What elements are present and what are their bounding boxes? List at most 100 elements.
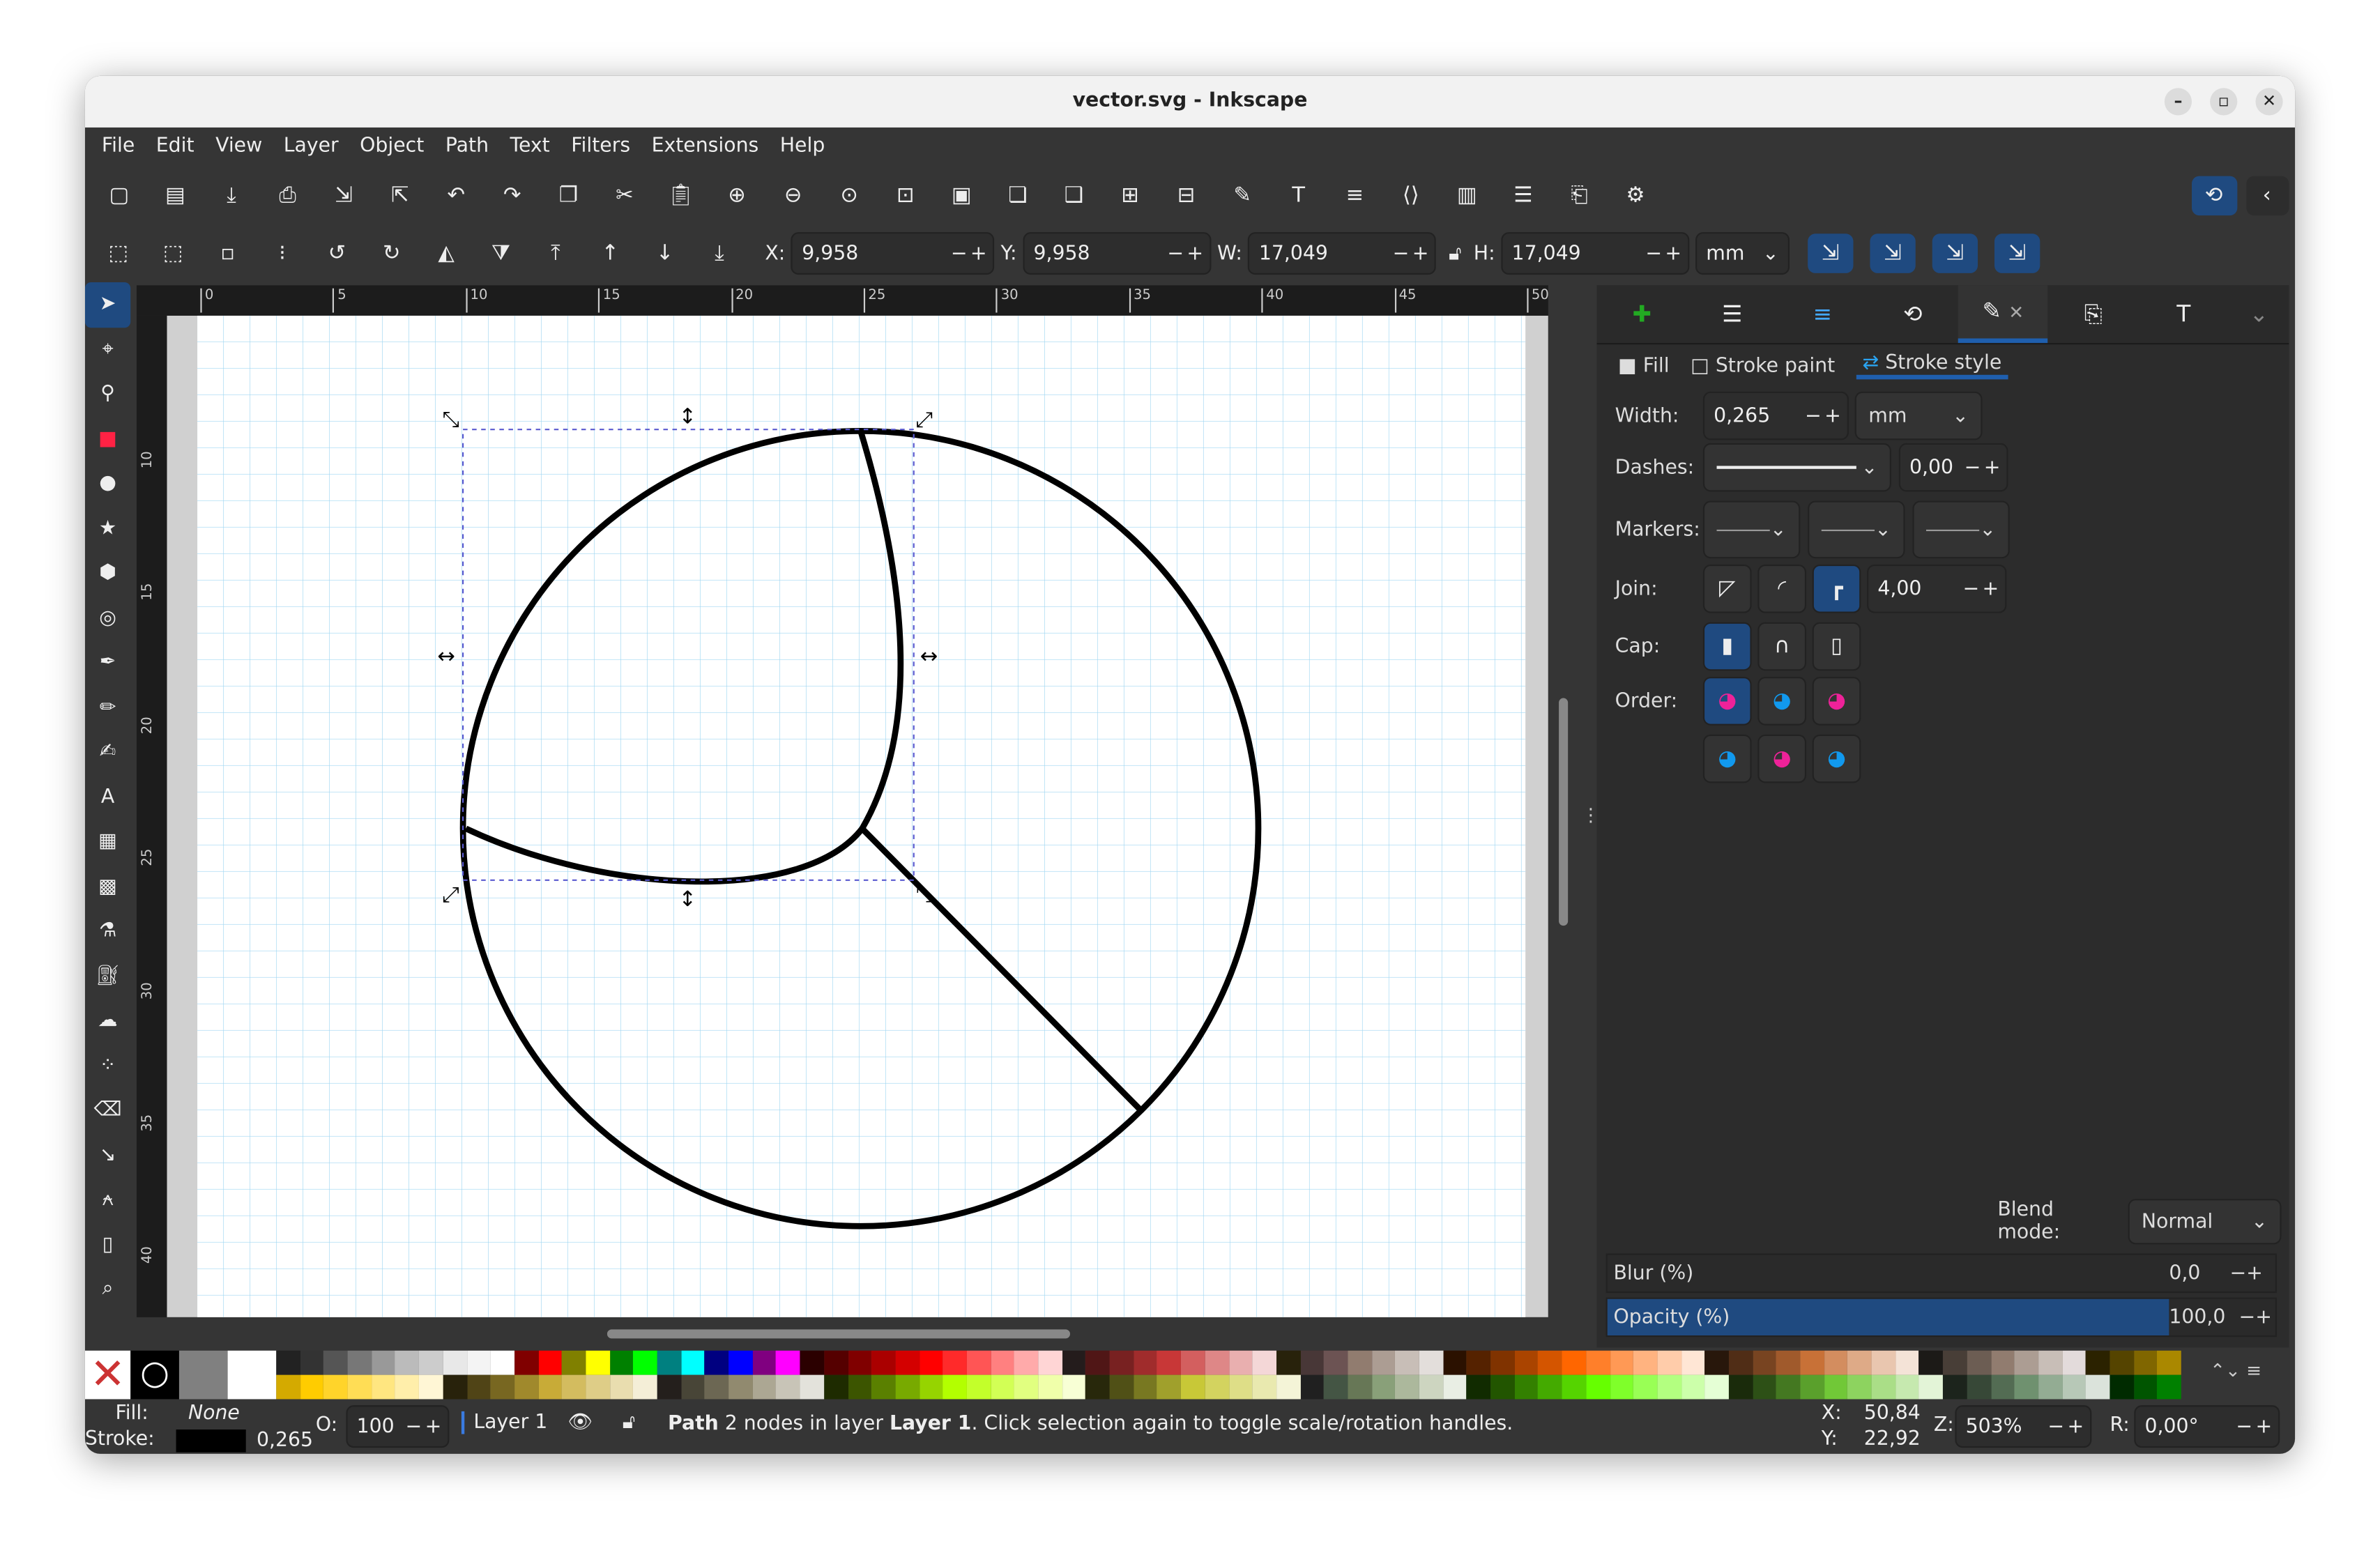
xml-editor-icon[interactable]: ⟨⟩ (1391, 176, 1431, 216)
color-swatch[interactable] (1990, 1350, 2015, 1375)
scale-handle-sw-icon[interactable]: ⤢ (442, 882, 459, 907)
color-swatch[interactable] (1633, 1350, 1658, 1375)
color-swatch[interactable] (276, 1350, 300, 1375)
h-stepper[interactable]: −+ (1642, 242, 1688, 265)
color-swatch[interactable] (1585, 1374, 1610, 1400)
snap-popover-chevron-icon[interactable]: ‹ (2245, 176, 2289, 216)
color-swatch[interactable] (752, 1374, 777, 1400)
opacity-slider[interactable]: Opacity (%) 100,0 −+ (1605, 1297, 2277, 1338)
cap-butt-icon[interactable]: ▮ (1702, 622, 1752, 671)
color-swatch[interactable] (1752, 1374, 1777, 1400)
w-field[interactable]: 17,049 −+ (1248, 232, 1437, 275)
color-swatch[interactable] (966, 1374, 991, 1400)
color-swatch[interactable] (537, 1350, 563, 1375)
color-swatch[interactable] (1467, 1350, 1491, 1375)
color-swatch[interactable] (1657, 1350, 1681, 1375)
color-swatch[interactable] (990, 1374, 1015, 1400)
color-swatch[interactable] (1514, 1350, 1539, 1375)
raise-icon[interactable]: ↑ (590, 233, 630, 273)
color-swatch[interactable] (1109, 1374, 1134, 1400)
color-swatch[interactable] (1943, 1350, 1967, 1375)
color-swatch[interactable] (1490, 1374, 1515, 1400)
zoom-fit-icon[interactable]: ⊡ (885, 176, 925, 216)
preferences-icon[interactable]: ⚙ (1616, 176, 1656, 216)
color-swatch[interactable] (1490, 1350, 1515, 1375)
menu-file[interactable]: File (91, 128, 146, 167)
scale-corners-icon[interactable]: ⇲ (1870, 233, 1916, 273)
redo-icon[interactable]: ↷ (493, 176, 533, 216)
deselect-icon[interactable]: ▫ (208, 233, 247, 273)
stroke-swatch[interactable] (176, 1430, 246, 1453)
color-swatch[interactable] (2038, 1374, 2062, 1400)
scale-handle-s-icon[interactable]: ↕ (679, 887, 697, 912)
color-swatch[interactable] (1133, 1374, 1158, 1400)
rotation-field[interactable]: 0,00° −+ (2134, 1405, 2280, 1448)
document-properties-icon[interactable]: ⎗ (1559, 176, 1599, 216)
color-swatch[interactable] (347, 1374, 372, 1400)
color-swatch[interactable] (1776, 1350, 1801, 1375)
ellipse-tool-icon[interactable]: ● (85, 461, 130, 506)
lock-ratio-icon[interactable]: 🔓︎ (1449, 242, 1461, 265)
color-swatch[interactable] (2110, 1374, 2134, 1400)
fill-indicator[interactable]: None (188, 1402, 240, 1425)
clone-icon[interactable]: ❏ (998, 176, 1038, 216)
horizontal-scrollbar[interactable] (607, 1329, 1070, 1339)
color-swatch[interactable] (1419, 1350, 1443, 1375)
color-swatch[interactable] (1157, 1374, 1182, 1400)
y-stepper[interactable]: −+ (1164, 242, 1210, 265)
scale-handle-n-icon[interactable]: ↕ (679, 404, 697, 429)
color-swatch[interactable] (1014, 1350, 1039, 1375)
cap-square-icon[interactable]: ▯ (1812, 622, 1861, 671)
x-stepper[interactable]: −+ (947, 242, 993, 265)
color-swatch[interactable] (609, 1374, 634, 1400)
color-swatch[interactable] (990, 1350, 1015, 1375)
color-swatch[interactable] (443, 1350, 467, 1375)
zoom-page-icon[interactable]: ⊙ (830, 176, 869, 216)
zoom-field[interactable]: 503% −+ (1955, 1405, 2092, 1448)
color-swatch[interactable] (2157, 1374, 2181, 1400)
scale-handle-e-icon[interactable]: ↔ (920, 644, 938, 668)
color-swatch[interactable] (1681, 1350, 1705, 1375)
open-icon[interactable]: ▤ (155, 176, 195, 216)
color-swatch[interactable] (1538, 1374, 1562, 1400)
color-swatch[interactable] (895, 1374, 920, 1400)
new-document-icon[interactable]: ▢ (100, 176, 139, 216)
blend-mode-select[interactable]: Normal ⌄ (2128, 1199, 2282, 1245)
pencil-tool-icon[interactable]: ✏ (85, 685, 130, 730)
color-swatch[interactable] (1276, 1374, 1300, 1400)
menu-layer[interactable]: Layer (273, 128, 349, 167)
color-swatch[interactable] (323, 1350, 348, 1375)
color-swatch[interactable] (300, 1350, 324, 1375)
color-swatch[interactable] (586, 1350, 610, 1375)
swatches-icon[interactable]: ▥ (1447, 176, 1487, 216)
color-swatch[interactable] (1038, 1350, 1062, 1375)
color-swatch[interactable] (419, 1374, 443, 1400)
color-swatch[interactable] (609, 1350, 634, 1375)
color-swatch[interactable] (657, 1374, 681, 1400)
layer-visibility-icon[interactable]: 👁︎ (567, 1411, 593, 1434)
star-tool-icon[interactable]: ★ (85, 506, 130, 551)
color-swatch[interactable] (776, 1350, 800, 1375)
menu-text[interactable]: Text (499, 128, 560, 167)
color-swatch[interactable] (729, 1374, 753, 1400)
color-swatch[interactable] (1943, 1374, 1967, 1400)
color-swatch[interactable] (562, 1374, 586, 1400)
color-swatch[interactable] (1633, 1374, 1658, 1400)
color-swatch[interactable] (347, 1350, 372, 1375)
color-swatch[interactable] (680, 1350, 705, 1375)
scale-handle-ne-icon[interactable]: ⤢ (916, 408, 933, 432)
unlink-clone-icon[interactable]: ❑ (1054, 176, 1094, 216)
color-swatch[interactable] (871, 1374, 896, 1400)
color-swatch[interactable] (562, 1350, 586, 1375)
color-swatch[interactable] (1585, 1350, 1610, 1375)
color-swatch[interactable] (1395, 1374, 1419, 1400)
tabs-menu-chevron-icon[interactable]: ⌄ (2229, 300, 2289, 328)
color-swatch[interactable] (919, 1374, 943, 1400)
color-swatch[interactable] (1704, 1374, 1729, 1400)
unset-paint-swatch[interactable]: ○ (130, 1350, 179, 1400)
join-round-icon[interactable]: ◜ (1757, 564, 1806, 613)
color-swatch[interactable] (1324, 1374, 1348, 1400)
color-swatch[interactable] (657, 1350, 681, 1375)
color-swatch[interactable] (1847, 1350, 1872, 1375)
tab-fill-stroke-icon[interactable]: ✎ ✕ (1958, 285, 2049, 344)
